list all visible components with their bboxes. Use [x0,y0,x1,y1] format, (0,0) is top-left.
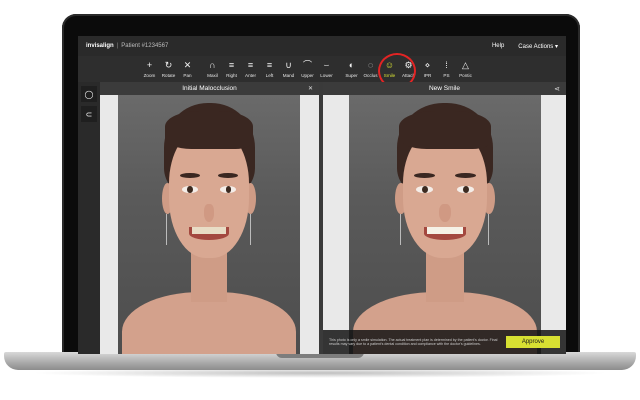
tool-label: Right [226,73,237,78]
side-toolbar: ◯ ⊂ [78,82,100,354]
tool-label: Maxil [207,73,218,78]
panel-header: New Smile ⋖ [323,82,566,95]
tool-rotate[interactable]: ↻ Rotate [159,58,178,82]
maxilla-icon: ∩ [209,60,216,70]
laptop-frame: invisalign | Patient #1234567 Help Case … [0,0,640,400]
tool-label: Rotate [161,73,176,78]
tool-pontic[interactable]: △ Pontic [456,58,475,82]
share-icon[interactable]: ⋖ [554,85,560,93]
left-view-icon: ≡ [266,60,273,70]
ps-icon: ⁞ [445,60,448,70]
tool-label: Pan [183,73,192,78]
superimpose-icon: ◐ [348,60,355,70]
right-view-icon: ≡ [228,60,235,70]
chevron-down-icon: ▾ [554,43,558,50]
app-screen: invisalign | Patient #1234567 Help Case … [78,36,566,354]
case-actions-menu[interactable]: Case Actions ▾ [518,43,558,50]
pan-icon: ✕ [183,60,192,70]
tool-label: IPR [423,73,432,78]
occlusion-icon: ◌ [367,60,374,70]
tool-ps[interactable]: ⁞ PS [437,58,456,82]
plus-minus-icon: + [146,60,153,70]
toggle-icon[interactable]: ◯ [81,86,97,102]
lower-arch-icon: ⌣ [323,60,330,70]
tool-label: Pontic [459,73,472,78]
tool-anter[interactable]: ≡ Anter [241,58,260,82]
panel-title: Initial Malocclusion [182,85,237,92]
tool-label: Upper [301,73,314,78]
tool-mand[interactable]: ∪ Mand [279,58,298,82]
tool-ipr[interactable]: ⋄ IPR [418,58,437,82]
tool-label: Lower [320,73,333,78]
rotate-icon: ↻ [164,60,173,70]
anterior-view-icon: ≡ [247,60,254,70]
panel-title: New Smile [428,85,461,92]
tool-lower[interactable]: ⌣ Lower [317,58,336,82]
tool-left[interactable]: ≡ Left [260,58,279,82]
tool-label: Occlus [363,73,378,78]
tool-pan[interactable]: ✕ Pan [178,58,197,82]
patient-id: Patient #1234567 [121,43,169,49]
mandible-icon: ∪ [285,60,292,70]
panel-header: Initial Malocclusion ✕ [100,82,319,95]
approve-bar: This photo is only a smile simulation. T… [323,330,566,354]
pontic-icon: △ [462,60,469,70]
tool-maxil[interactable]: ∩ Maxil [203,58,222,82]
tool-super[interactable]: ◐ Super [342,58,361,82]
top-bar: invisalign | Patient #1234567 Help Case … [78,36,566,56]
tool-label: Mand [282,73,295,78]
tool-zoom[interactable]: + Zoom [140,58,159,82]
disclaimer-text: This photo is only a smile simulation. T… [329,337,498,346]
view-toolbar: + Zoom ↻ Rotate ✕ Pan ∩ Maxil ≡ Right ≡ Anter … [78,56,566,82]
separator: | [116,43,119,49]
patient-photo-before [118,95,300,354]
case-actions-label: Case Actions [518,43,554,50]
brand-logo: invisalign [86,43,114,49]
tool-right[interactable]: ≡ Right [222,58,241,82]
upper-arch-icon: ⌒ [302,60,312,70]
help-link[interactable]: Help [492,43,504,49]
tool-label: Left [265,73,274,78]
tool-label: Anter [245,73,256,78]
close-icon[interactable]: ✕ [308,85,313,92]
tool-label: PS [443,73,450,78]
ipr-icon: ⋄ [424,60,431,70]
approve-button[interactable]: Approve [506,336,560,348]
tooth-icon[interactable]: ⊂ [81,106,97,122]
tool-upper[interactable]: ⌒ Upper [298,58,317,82]
tool-label: Zoom [143,73,156,78]
patient-photo-after [349,95,541,354]
new-smile-panel: New Smile ⋖ [323,82,566,354]
tool-label: Super [345,73,358,78]
initial-malocclusion-panel: Initial Malocclusion ✕ [100,82,319,354]
